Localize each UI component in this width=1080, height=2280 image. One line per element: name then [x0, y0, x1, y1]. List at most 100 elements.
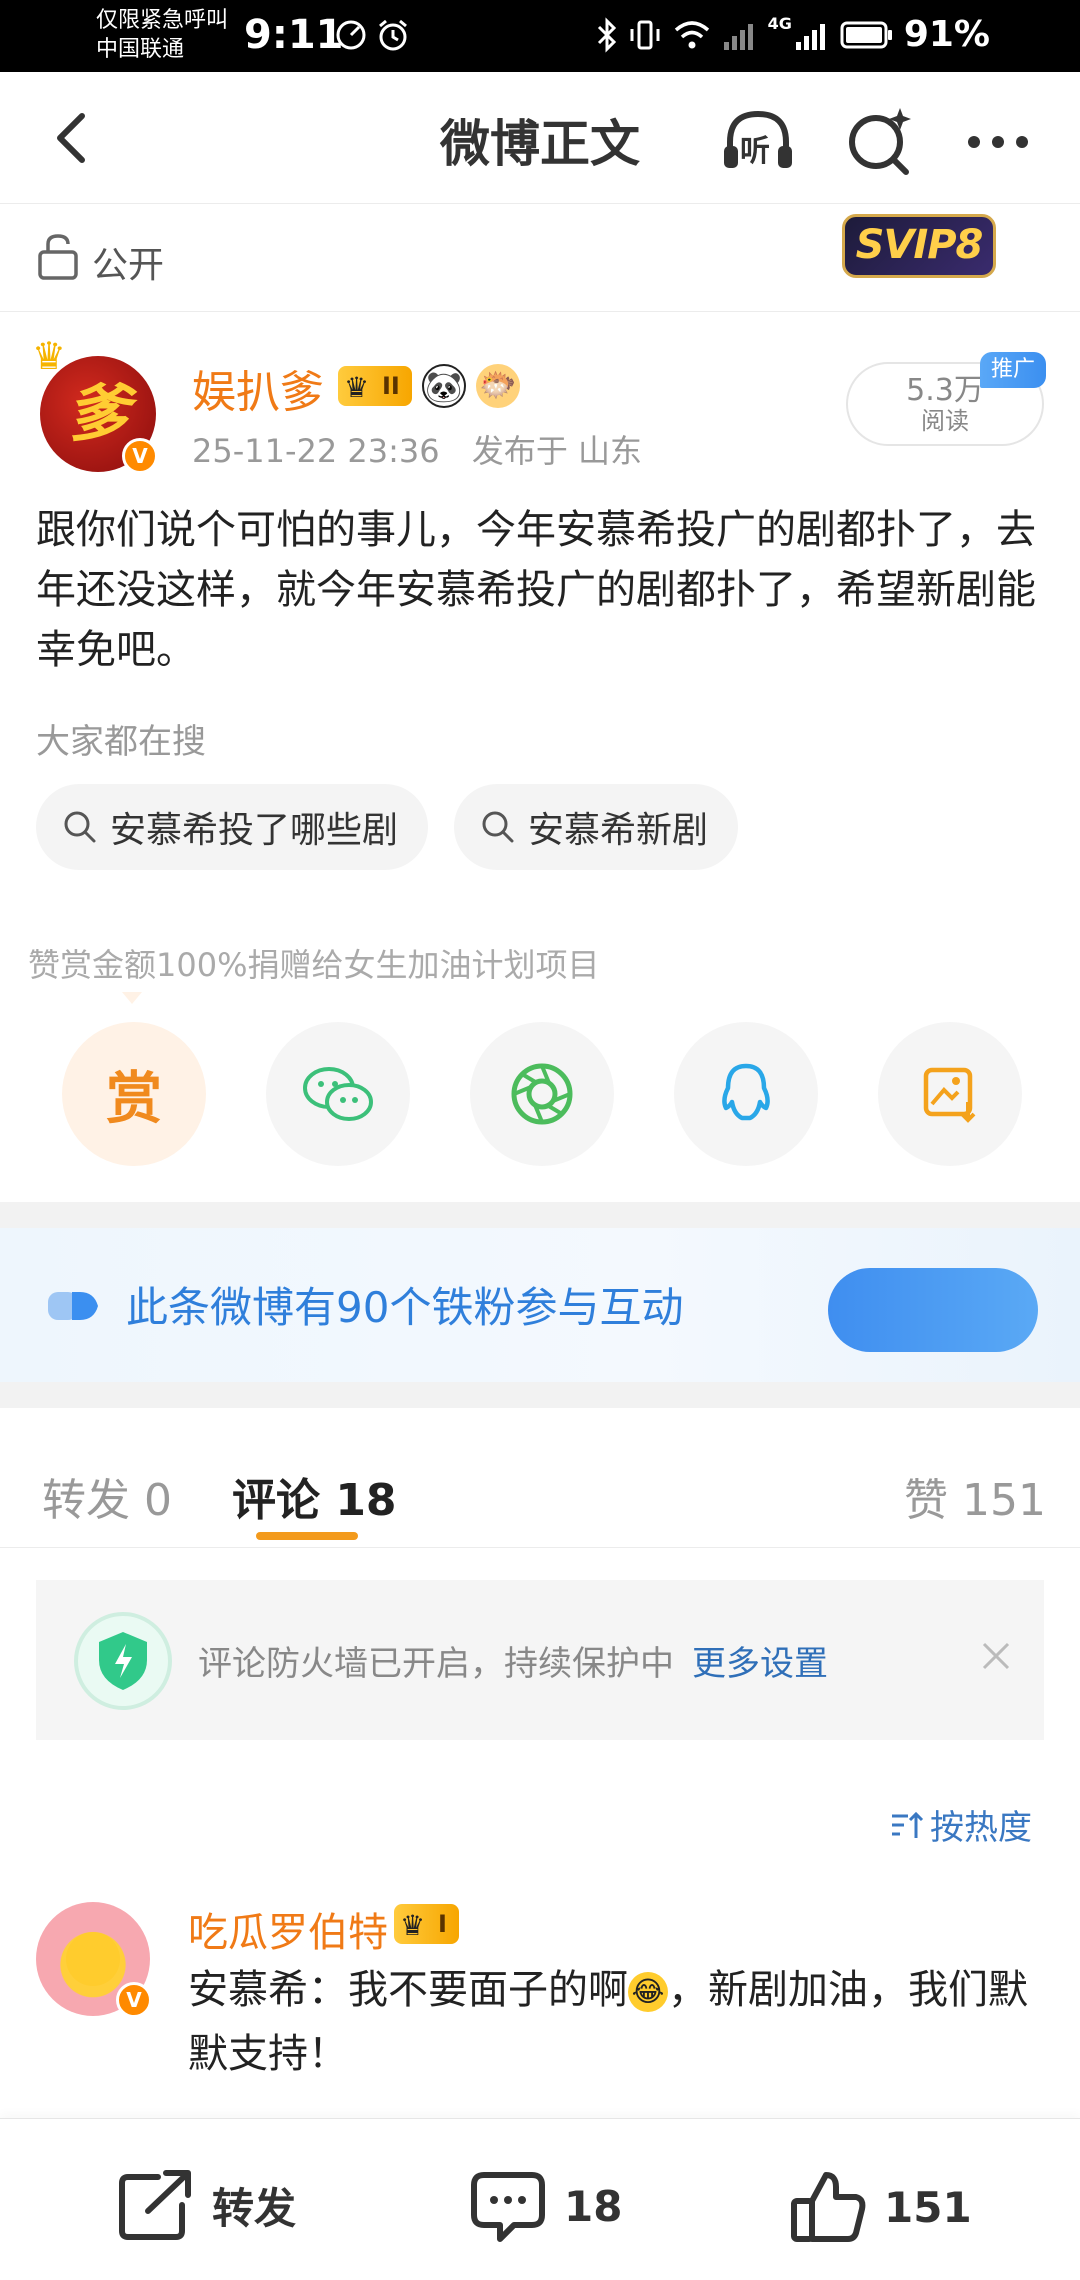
wechat-icon — [303, 1067, 373, 1121]
firewall-status: 评论防火墙已开启，持续保护中 — [198, 1644, 674, 1684]
like-count: 151 — [884, 2182, 972, 2232]
reward-text: 赞赏金额100%捐赠给女生加油计划项目 — [28, 946, 600, 984]
commenter-level-badge[interactable]: ♛ I — [394, 1904, 459, 1944]
wifi-icon — [674, 20, 709, 48]
thumbs-up-icon — [791, 2172, 866, 2242]
more-icon[interactable] — [960, 102, 1040, 182]
search-chips: 安慕希投了哪些剧 安慕希新剧 — [36, 784, 739, 870]
member-level: II — [382, 372, 400, 400]
detail-tabs: 转发 0 评论 18 赞 151 — [0, 1408, 1080, 1548]
visibility-label: 公开 — [92, 245, 165, 286]
carrier-line-2: 中国联通 — [96, 37, 185, 62]
network-type: 4G — [767, 14, 792, 33]
read-label: 阅读 — [921, 407, 969, 435]
comment-count: 18 — [564, 2181, 623, 2231]
share-icon — [119, 2170, 191, 2240]
data-speed-icon — [336, 20, 366, 50]
crown-icon: ♛ — [344, 371, 370, 404]
reward-pointer — [122, 992, 142, 1004]
svip-badge[interactable]: SVIP8 — [842, 214, 996, 278]
commenter-level: I — [438, 1910, 447, 1938]
fans-text: 此条微博有90个铁粉参与互动 — [126, 1283, 684, 1332]
status-bar: 仅限紧急呼叫 中国联通 9:11 4G 91% — [0, 0, 1080, 72]
battery-icon — [840, 21, 892, 48]
image-download-icon — [923, 1067, 976, 1123]
moments-icon — [511, 1063, 573, 1125]
bottom-action-bar: 转发 18 151 — [0, 2118, 1080, 2280]
verified-icon: V — [122, 438, 158, 474]
tab-underline — [256, 1532, 358, 1540]
post-location: 发布于 山东 — [471, 432, 642, 470]
crown-icon: ♛ — [32, 334, 67, 378]
search-chip-label: 安慕希投了哪些剧 — [110, 810, 399, 851]
post-text: 跟你们说个可怕的事儿，今年安慕希投广的剧都扑了，去年还没这样，就今年安慕希投广的… — [36, 507, 1036, 673]
verified-icon: V — [116, 1982, 152, 2018]
section-divider — [0, 1382, 1080, 1408]
status-time: 9:11 — [244, 12, 344, 58]
avatar-face — [66, 1932, 120, 1986]
vibrate-icon — [630, 20, 660, 49]
comment-icon — [471, 2172, 545, 2242]
share-row: 赏 — [62, 1022, 1022, 1166]
author-row: 爹 ♛ V 娱扒爹 ♛ II 🐼 🐡 25-11-22 23:36 发布于 山东 … — [0, 312, 1080, 482]
listen-button[interactable]: 听 — [718, 102, 798, 182]
sort-button[interactable]: 按热度 — [890, 1800, 1032, 1849]
fish-icon: 🐡 — [475, 364, 520, 408]
fans-icon — [48, 1292, 98, 1320]
search-hint: 大家都在搜 — [36, 722, 206, 762]
listen-label: 听 — [740, 134, 770, 169]
firewall-text: 评论防火墙已开启，持续保护中 更多设置 — [198, 1636, 828, 1685]
tab-comments[interactable]: 评论 18 — [232, 1464, 397, 1528]
carrier-line-1: 仅限紧急呼叫 — [96, 8, 229, 33]
commenter-avatar[interactable]: V — [36, 1902, 152, 2018]
fans-banner[interactable]: 此条微博有90个铁粉参与互动 — [0, 1228, 1080, 1382]
section-divider — [0, 1202, 1080, 1228]
repost-label: 转发 — [212, 2183, 297, 2233]
reward-button[interactable]: 赏 — [62, 1022, 206, 1166]
carrier-info: 仅限紧急呼叫 中国联通 — [96, 6, 228, 64]
visibility-row: 公开 SVIP8 — [0, 204, 1080, 312]
save-image-button[interactable] — [878, 1022, 1022, 1166]
signal-icon — [723, 23, 753, 50]
signal-icon-2 — [795, 23, 825, 50]
author-meta: 25-11-22 23:36 发布于 山东 — [192, 426, 642, 472]
author-name[interactable]: 娱扒爹 — [192, 356, 324, 420]
battery-percent: 91% — [903, 14, 990, 55]
bluetooth-icon — [597, 16, 616, 53]
like-button[interactable]: 151 — [790, 2169, 972, 2245]
search-chip[interactable]: 安慕希投了哪些剧 — [36, 784, 429, 870]
comment-button[interactable]: 18 — [470, 2169, 622, 2243]
status-right: 4G 91% — [596, 14, 990, 55]
search-icon — [64, 811, 96, 843]
share-wechat-button[interactable] — [266, 1022, 410, 1166]
sort-icon — [892, 1811, 924, 1838]
share-moments-button[interactable] — [470, 1022, 614, 1166]
search-chip-label: 安慕希新剧 — [528, 810, 709, 851]
alarm-icon — [379, 19, 407, 51]
comment-firewall-notice: 评论防火墙已开启，持续保护中 更多设置 — [36, 1580, 1044, 1740]
close-icon[interactable] — [976, 1636, 1016, 1676]
member-level-badge[interactable]: ♛ II — [338, 366, 412, 406]
qq-icon — [722, 1063, 770, 1121]
more-settings-link[interactable]: 更多设置 — [692, 1644, 828, 1684]
repost-button[interactable]: 转发 — [118, 2169, 296, 2241]
comment-text-part1: 安慕希：我不要面子的啊 — [188, 1967, 628, 2013]
commenter-name[interactable]: 吃瓜罗伯特 — [188, 1900, 388, 1958]
share-qq-button[interactable] — [674, 1022, 818, 1166]
promo-tag: 推广 — [980, 352, 1046, 388]
unlock-icon — [38, 234, 78, 280]
tab-repost[interactable]: 转发 0 — [42, 1464, 172, 1528]
panda-icon: 🐼 — [421, 364, 466, 408]
comment-text: 安慕希：我不要面子的啊 😂，新剧加油，我们默默支持！ — [188, 1958, 1048, 2086]
sort-label: 按热度 — [930, 1808, 1032, 1848]
search-icon — [482, 811, 514, 843]
status-left-icons — [334, 18, 410, 52]
post-timestamp: 25-11-22 23:36 — [192, 432, 440, 470]
search-chip[interactable]: 安慕希新剧 — [454, 784, 739, 870]
author-badges: ♛ II 🐼 🐡 — [338, 364, 520, 408]
reward-glyph: 赏 — [106, 1066, 162, 1132]
author-avatar[interactable]: 爹 ♛ V — [32, 334, 158, 474]
tab-likes[interactable]: 赞 151 — [904, 1464, 1046, 1528]
fans-action-button[interactable] — [828, 1268, 1038, 1352]
search-sparkle-icon[interactable] — [840, 102, 920, 182]
